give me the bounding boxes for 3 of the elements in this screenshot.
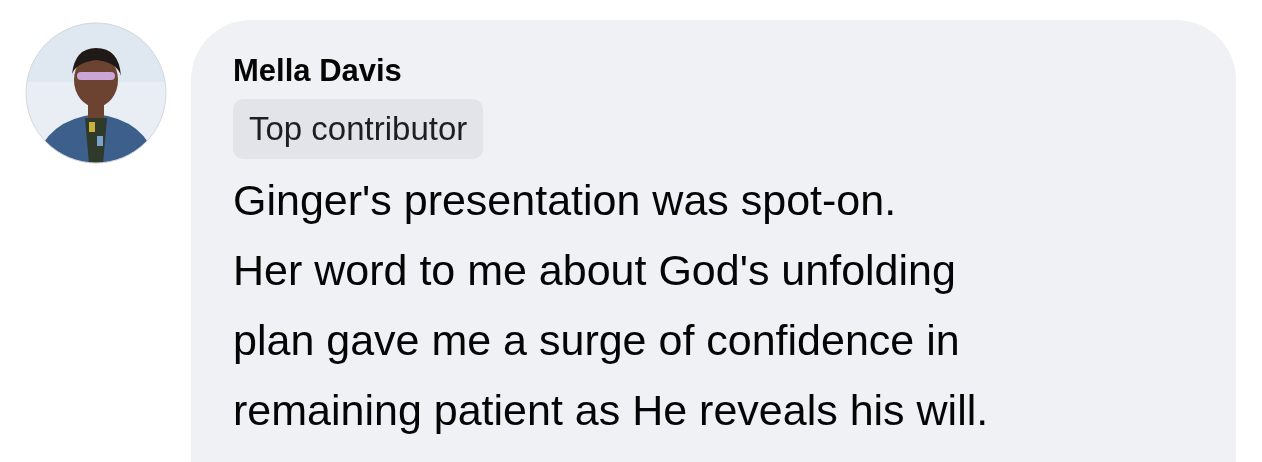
contributor-badge: Top contributor: [233, 98, 484, 160]
author-name[interactable]: Mella Davis: [233, 52, 402, 91]
comment-text: Ginger's presentation was spot-on. Her word to me about God's unfolding plan gave me a surge of confidence in remaining patient as He reveals his will.: [233, 175, 989, 437]
